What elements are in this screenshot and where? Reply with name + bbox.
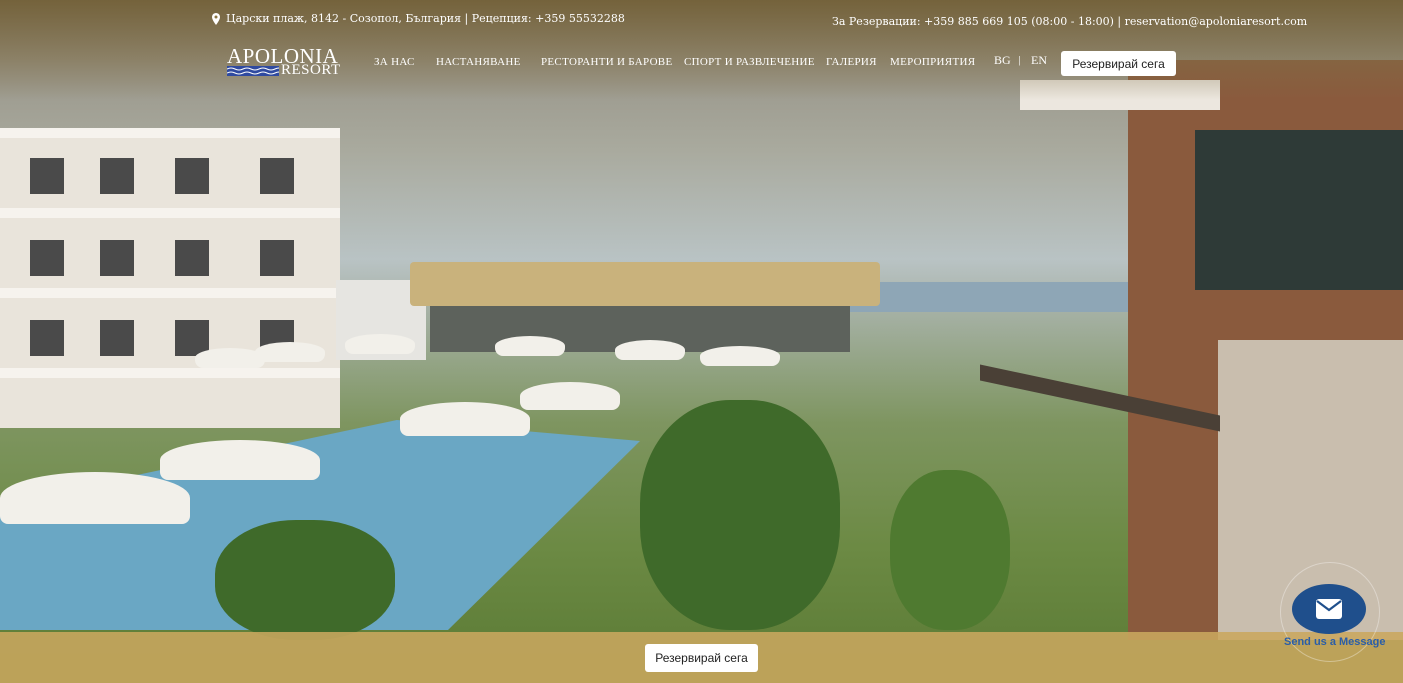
hero-background (0, 0, 1403, 683)
logo-text-bottom: RESORT (281, 62, 341, 78)
umbrella (495, 336, 565, 356)
address-text: Царски плаж, 8142 - Созопол, България | … (226, 12, 625, 25)
hotel-building-left (0, 128, 340, 428)
footer-book-now-button[interactable]: Резервирай сега (645, 644, 758, 672)
send-message-button[interactable] (1292, 584, 1366, 634)
book-now-button[interactable]: Резервирай сега (1061, 51, 1176, 76)
logo[interactable]: APOLONIA RESORT (227, 44, 353, 78)
umbrella (160, 440, 320, 480)
umbrella (700, 346, 780, 366)
nav-item-accommodation[interactable]: НАСТАНЯВАНЕ (436, 56, 521, 68)
nav-item-sport[interactable]: СПОРТ И РАЗВЛЕЧЕНИЕ (684, 56, 815, 68)
reservation-contact[interactable]: За Резервации: +359 885 669 105 (08:00 -… (832, 15, 1307, 28)
chat-widget[interactable] (1280, 562, 1380, 662)
logo-waves-icon (227, 66, 279, 76)
tree (890, 470, 1010, 630)
umbrella (0, 472, 190, 524)
map-pin-icon (212, 12, 220, 25)
umbrella (255, 342, 325, 362)
thatched-roof (410, 262, 880, 306)
nav-item-about[interactable]: ЗА НАС (374, 56, 415, 68)
umbrella (400, 402, 530, 436)
umbrella (345, 334, 415, 354)
envelope-icon (1316, 599, 1342, 619)
lang-en[interactable]: EN (1031, 53, 1047, 68)
tree (215, 520, 395, 640)
umbrella (615, 340, 685, 360)
building-window (1195, 130, 1403, 290)
tree (640, 400, 840, 630)
contact-address: Царски плаж, 8142 - Созопол, България | … (212, 12, 625, 25)
lang-bg[interactable]: BG (994, 53, 1011, 68)
send-message-label[interactable]: Send us a Message (1284, 636, 1386, 648)
umbrella (520, 382, 620, 410)
nav-item-events[interactable]: МЕРОПРИЯТИЯ (890, 56, 975, 68)
lang-separator: | (1018, 56, 1022, 66)
nav-item-restaurants[interactable]: РЕСТОРАНТИ И БАРОВЕ (541, 56, 672, 68)
nav-item-gallery[interactable]: ГАЛЕРИЯ (826, 56, 877, 68)
